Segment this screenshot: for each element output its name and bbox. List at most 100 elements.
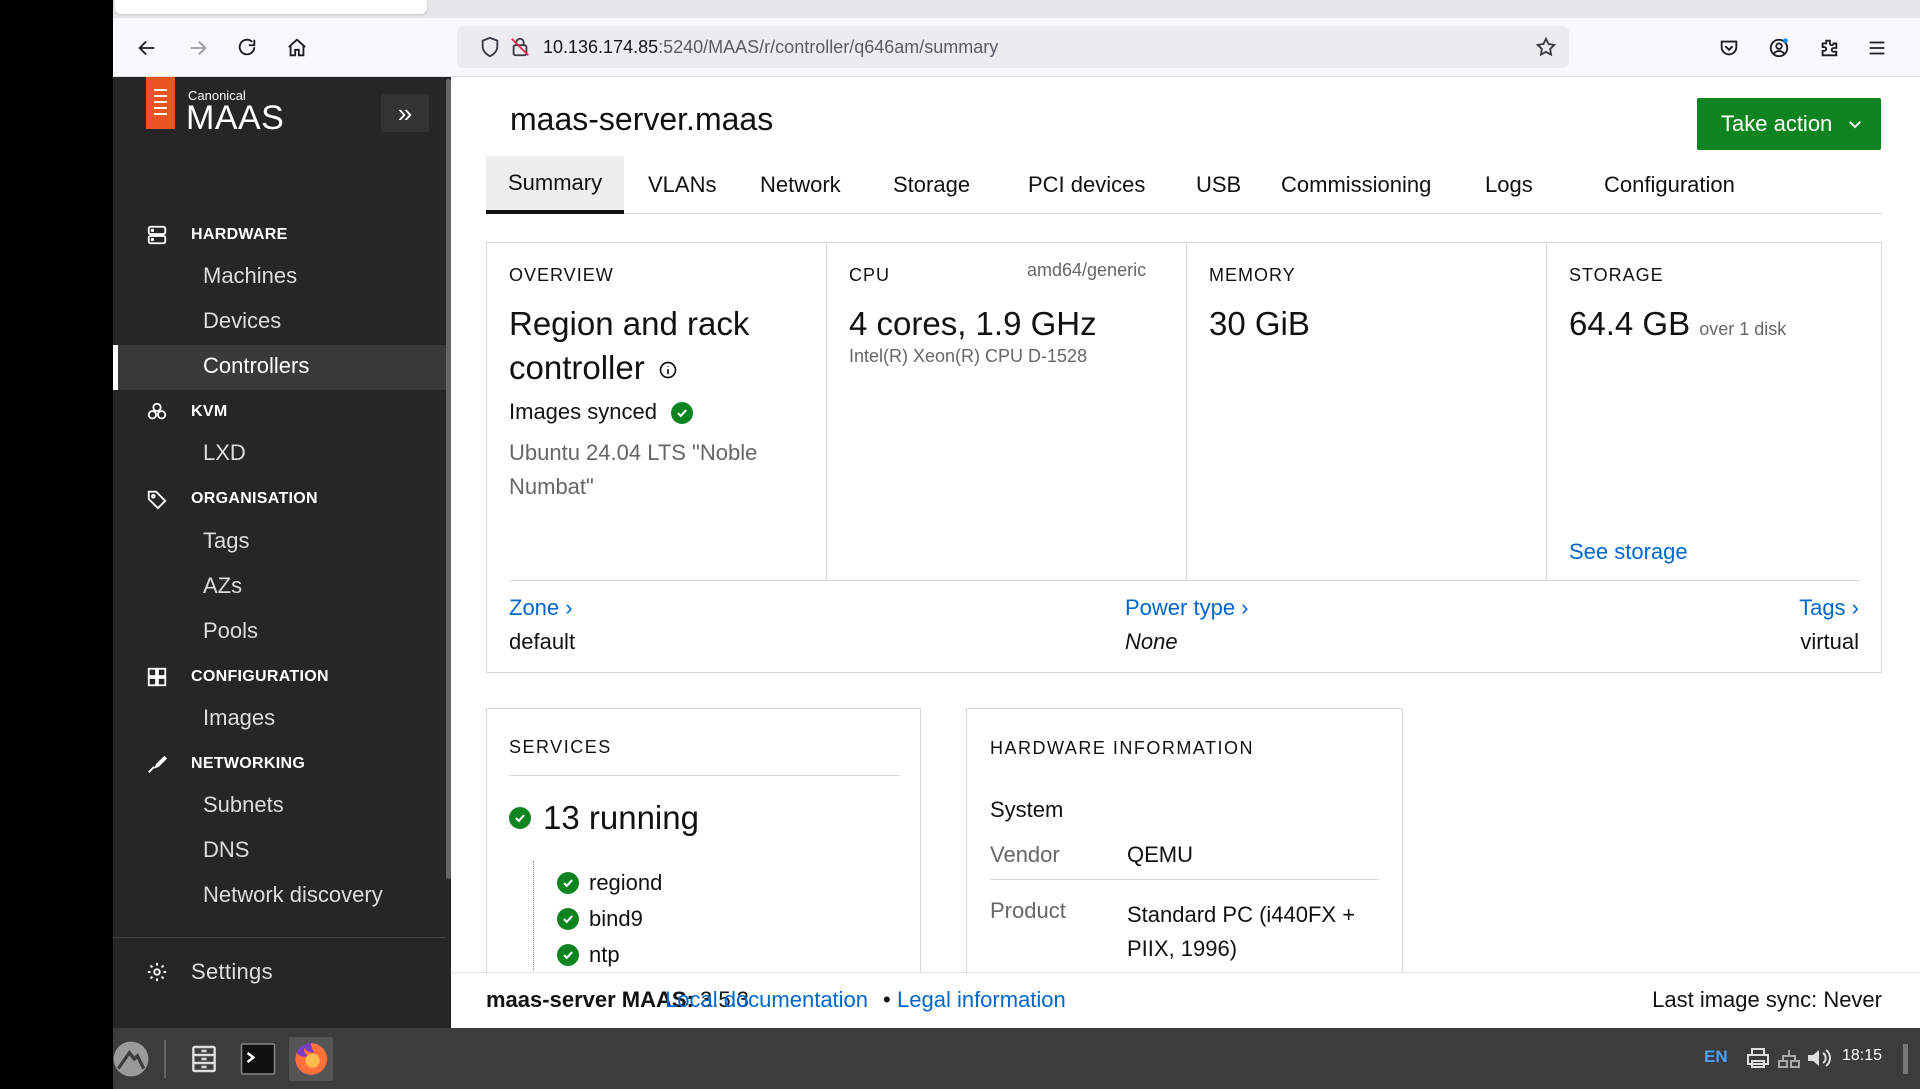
tab-network[interactable]: Network	[760, 156, 841, 214]
nav-item-machines[interactable]: Machines	[203, 263, 297, 289]
show-desktop-button[interactable]	[1903, 1044, 1908, 1074]
shield-icon[interactable]	[479, 36, 501, 58]
service-item: ntp	[557, 942, 620, 968]
storage-column: STORAGE 64.4 GB over 1 disk See storage	[1546, 243, 1883, 580]
page-title: maas-server.maas	[510, 101, 774, 137]
home-icon[interactable]	[281, 32, 313, 64]
see-storage-link[interactable]: See storage	[1569, 539, 1688, 565]
services-heading: SERVICES	[509, 737, 612, 757]
pocket-icon[interactable]	[1713, 32, 1745, 64]
product-value: Standard PC (i440FX + PIIX, 1996)	[1127, 902, 1356, 961]
main-content: maas-server.maas Take action Summary VLA…	[451, 77, 1920, 1041]
taskbar-separator	[164, 1040, 166, 1078]
storage-heading: STORAGE	[1569, 265, 1664, 285]
firefox-icon[interactable]	[289, 1037, 333, 1081]
cpu-model: Intel(R) Xeon(R) CPU D-1528	[849, 346, 1088, 366]
legal-information-link[interactable]: Legal information	[897, 987, 1066, 1013]
bookmark-star-icon[interactable]	[1535, 36, 1557, 58]
reload-icon[interactable]	[231, 32, 263, 64]
nav-item-pools[interactable]: Pools	[203, 618, 258, 644]
browser-tabstrip	[113, 0, 1920, 18]
kvm-icon	[147, 402, 167, 420]
chevron-down-icon	[1849, 121, 1862, 129]
os-taskbar: EN 18:15	[113, 1028, 1920, 1089]
os-release: Ubuntu 24.04 LTS "Noble Numbat"	[509, 440, 758, 499]
forward-icon[interactable]	[182, 32, 214, 64]
vendor-label: Vendor	[990, 842, 1060, 867]
nav-item-dns[interactable]: DNS	[203, 837, 249, 863]
tab-vlans[interactable]: VLANs	[648, 156, 716, 214]
clock[interactable]: 18:15	[1842, 1047, 1882, 1065]
tab-configuration[interactable]: Configuration	[1604, 156, 1735, 214]
services-divider	[509, 775, 900, 776]
last-image-sync: Last image sync: Never	[1652, 987, 1882, 1012]
hardware-info-heading: HARDWARE INFORMATION	[990, 738, 1254, 758]
hw-divider	[990, 879, 1379, 880]
check-circle-icon	[509, 807, 531, 829]
account-icon[interactable]	[1763, 32, 1795, 64]
local-documentation-link[interactable]: Local documentation	[665, 987, 868, 1013]
check-circle-icon	[671, 402, 694, 425]
nav-item-images[interactable]: Images	[203, 705, 275, 731]
nav-item-devices[interactable]: Devices	[203, 308, 281, 334]
nav-item-settings[interactable]: Settings	[146, 959, 273, 984]
cpu-architecture: amd64/generic	[1027, 260, 1147, 280]
cpu-heading: CPU	[849, 265, 891, 285]
tab-summary[interactable]: Summary	[486, 156, 625, 214]
maas-logo-icon	[146, 77, 175, 129]
tab-commissioning[interactable]: Commissioning	[1281, 156, 1431, 214]
tab-usb[interactable]: USB	[1196, 156, 1241, 214]
check-circle-icon	[557, 872, 579, 894]
insecure-lock-icon[interactable]	[509, 36, 531, 58]
terminal-icon[interactable]	[236, 1037, 280, 1081]
service-item: regiond	[557, 870, 662, 896]
extensions-icon[interactable]	[1813, 32, 1845, 64]
nav-item-tags[interactable]: Tags	[203, 528, 249, 554]
tags-link[interactable]: Tags ›	[1799, 595, 1859, 621]
summary-divider	[509, 580, 1860, 581]
images-status: Images synced	[509, 399, 694, 425]
system-subheading: System	[990, 797, 1064, 822]
cpu-column: CPU amd64/generic 4 cores, 1.9 GHz Intel…	[826, 243, 1186, 580]
memory-heading: MEMORY	[1209, 265, 1296, 285]
address-bar[interactable]: 10.136.174.85:5240/MAAS/r/controller/q64…	[457, 26, 1569, 68]
back-icon[interactable]	[131, 32, 163, 64]
logo-product-label: MAAS	[186, 99, 285, 137]
tab-pci-devices[interactable]: PCI devices	[1028, 156, 1145, 214]
power-type-value: None	[1125, 629, 1178, 654]
nav-item-network-discovery[interactable]: Network discovery	[203, 882, 383, 908]
browser-toolbar: 10.136.174.85:5240/MAAS/r/controller/q64…	[113, 18, 1920, 77]
menu-icon[interactable]	[1861, 32, 1893, 64]
overview-heading: OVERVIEW	[509, 265, 614, 285]
tab-logs[interactable]: Logs	[1485, 156, 1533, 214]
info-icon[interactable]	[658, 360, 678, 380]
volume-icon[interactable]	[1806, 1047, 1832, 1069]
cpu-value: 4 cores, 1.9 GHz	[849, 305, 1097, 342]
nav-item-lxd[interactable]: LXD	[203, 440, 246, 466]
power-type-link[interactable]: Power type ›	[1125, 595, 1249, 621]
status-footer: maas-server MAAS: 3.5.3 Local documentat…	[451, 972, 1920, 1028]
nav-section-hardware: HARDWARE	[146, 223, 288, 247]
network-icon[interactable]	[1777, 1047, 1801, 1069]
nav-item-azs[interactable]: AZs	[203, 573, 242, 599]
browser-tab[interactable]	[115, 0, 427, 14]
keyboard-language-indicator[interactable]: EN	[1704, 1047, 1728, 1067]
take-action-button[interactable]: Take action	[1697, 98, 1881, 150]
controller-role-line2: controller	[509, 346, 678, 390]
sidebar-divider	[113, 937, 446, 938]
nav-item-subnets[interactable]: Subnets	[203, 792, 284, 818]
tab-storage[interactable]: Storage	[893, 156, 970, 214]
nav-item-controllers[interactable]: Controllers	[203, 353, 309, 379]
main-navigation: Canonical MAAS » HARDWARE Machines Devic…	[113, 77, 451, 1028]
desktop-screen: 10.136.174.85:5240/MAAS/r/controller/q64…	[113, 0, 1920, 1089]
controller-role: Region and rack	[509, 305, 750, 342]
zone-link[interactable]: Zone ›	[509, 595, 573, 621]
footer-separator: •	[883, 987, 891, 1012]
file-manager-icon[interactable]	[182, 1037, 226, 1081]
overview-column: OVERVIEW Region and rack controller Imag…	[487, 243, 826, 580]
expand-sidebar-button[interactable]: »	[381, 94, 429, 132]
url-text[interactable]: 10.136.174.85:5240/MAAS/r/controller/q64…	[543, 37, 998, 58]
printer-icon[interactable]	[1746, 1047, 1770, 1069]
start-menu-icon[interactable]	[113, 1037, 153, 1081]
check-circle-icon	[557, 908, 579, 930]
